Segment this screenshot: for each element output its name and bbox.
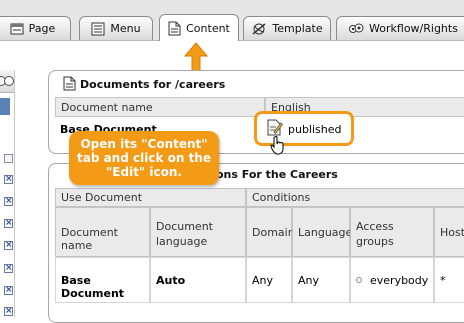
selected-tree-item[interactable] (0, 98, 10, 115)
status-label[interactable]: published (288, 123, 342, 136)
circle-icon[interactable] (4, 76, 14, 86)
documents-panel-title: Documents for /careers (80, 78, 226, 91)
tab-page[interactable]: Page (0, 16, 71, 40)
menu-icon (91, 22, 105, 35)
checked-checkbox-icon[interactable]: × (4, 264, 13, 273)
checked-checkbox-icon[interactable]: × (4, 219, 13, 228)
tab-template[interactable]: Template (243, 16, 331, 40)
checked-checkbox-icon[interactable]: × (4, 307, 13, 316)
column-header-host: Host (434, 207, 464, 257)
bullet-icon (356, 277, 362, 283)
condition-domain-cell: Any (246, 257, 292, 303)
checked-checkbox-icon[interactable]: × (4, 175, 13, 184)
condition-host-cell: * (434, 257, 464, 303)
tab-workflow-rights[interactable]: Workflow/Rights (336, 16, 464, 40)
column-header-access-groups: Access groups (350, 207, 434, 257)
condition-document-name-cell: Base Document (55, 257, 150, 303)
column-header-domain: Domain (246, 207, 295, 257)
checked-checkbox-icon[interactable]: × (4, 241, 13, 250)
document-icon (63, 76, 76, 91)
checked-checkbox-icon[interactable]: × (4, 286, 13, 295)
column-header-document-name: Document name (55, 97, 265, 117)
group-header-use-document: Use Document (55, 188, 246, 207)
checked-checkbox-icon[interactable]: × (4, 197, 13, 206)
workflow-icon (349, 23, 364, 33)
tab-content[interactable]: Content (159, 14, 239, 41)
tab-menu[interactable]: Menu (79, 16, 153, 40)
column-header-document-name: Document name (55, 207, 150, 257)
checkbox[interactable] (4, 154, 13, 163)
edit-icon[interactable] (267, 119, 283, 136)
page-icon (10, 23, 24, 34)
content-icon (168, 21, 181, 35)
column-header-document-language: Document language (150, 207, 246, 257)
group-header-conditions: Conditions (246, 188, 464, 207)
tab-bar: Page Menu Content Template Workflow/Righ… (0, 0, 464, 41)
tutorial-callout: Open its "Content" tab and click on the … (69, 131, 219, 185)
template-icon (252, 22, 266, 35)
condition-document-language-cell: Auto (150, 257, 246, 303)
conditions-panel-title: ons For the Careers (216, 168, 338, 181)
hand-cursor-icon (270, 136, 284, 155)
condition-language-cell: Any (292, 257, 350, 303)
column-header-language: Language (292, 207, 352, 257)
access-group-label: everybody (370, 274, 429, 287)
